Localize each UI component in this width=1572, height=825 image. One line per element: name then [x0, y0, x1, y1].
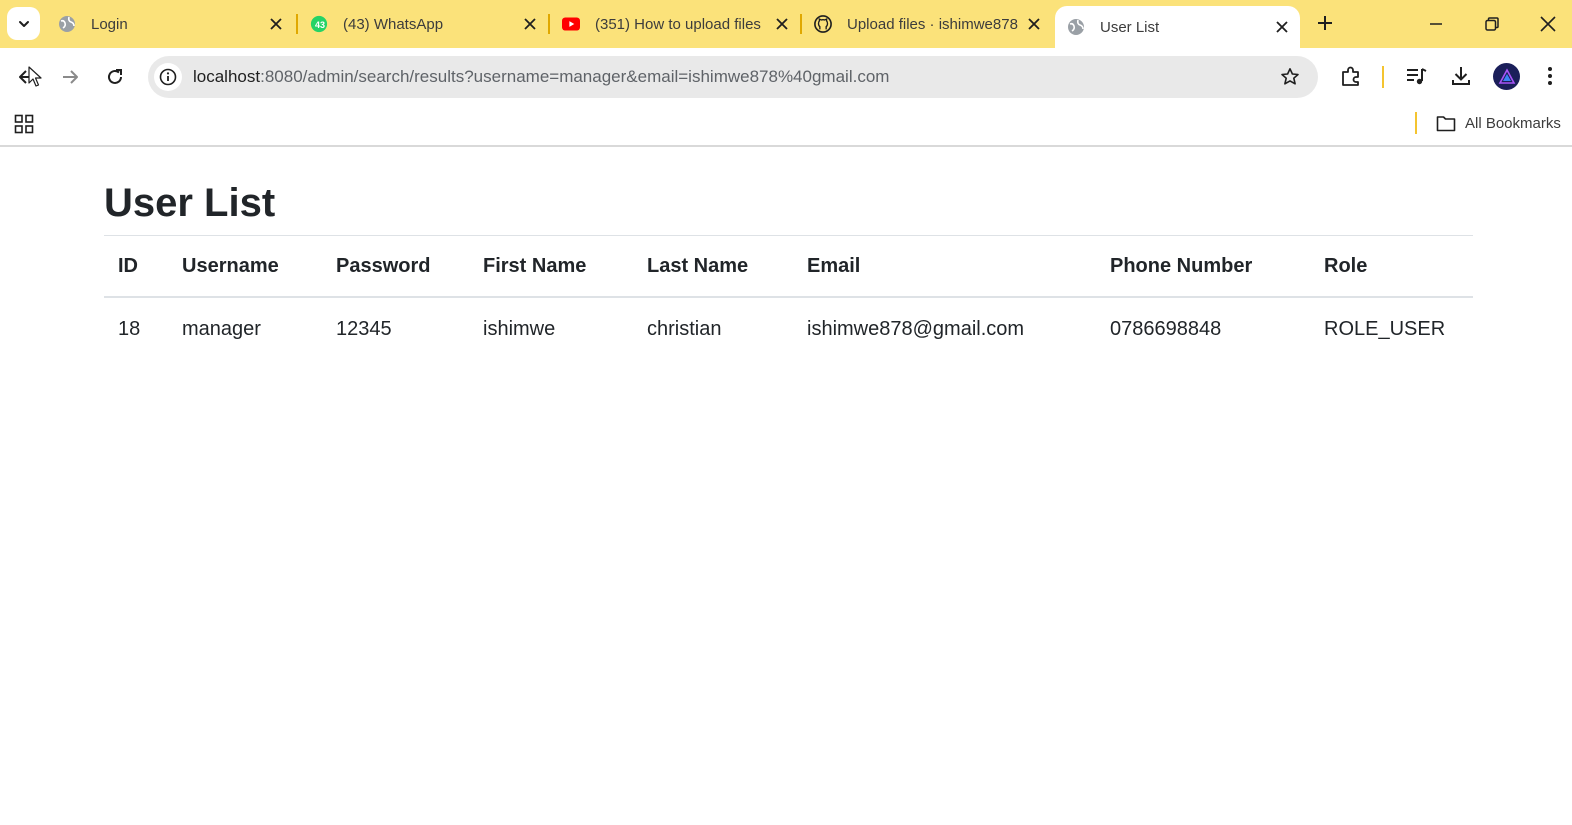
user-table: ID Username Password First Name Last Nam…: [104, 236, 1473, 360]
chevron-down-icon: [17, 17, 31, 31]
reload-icon: [106, 68, 124, 86]
tab-title: (43) WhatsApp: [343, 15, 444, 33]
close-window-button[interactable]: [1534, 10, 1562, 38]
column-header-password: Password: [322, 236, 469, 298]
tab-user-list[interactable]: User List: [1055, 6, 1300, 48]
notification-count: 43: [314, 20, 325, 30]
globe-icon: [58, 15, 76, 33]
address-bar[interactable]: localhost:8080/admin/search/results?user…: [148, 56, 1318, 98]
url-path: :8080/admin/search/results?username=mana…: [260, 67, 890, 86]
close-icon[interactable]: [1024, 14, 1044, 34]
all-bookmarks-button[interactable]: All Bookmarks: [1436, 111, 1561, 135]
restore-icon: [1485, 17, 1499, 31]
media-controls-button[interactable]: [1402, 62, 1430, 90]
bookmark-star-button[interactable]: [1278, 65, 1302, 89]
new-tab-button[interactable]: [1314, 12, 1336, 34]
cell-email: ishimwe878@gmail.com: [807, 317, 1025, 340]
reload-button[interactable]: [100, 62, 130, 92]
tab-title: User List: [1100, 18, 1160, 36]
apps-button[interactable]: [12, 112, 36, 136]
tab-strip: Login 43 (43) WhatsApp (351) How to uplo…: [0, 0, 1572, 48]
cell-first-name: ishimwe: [483, 317, 556, 340]
browser-toolbar: localhost:8080/admin/search/results?user…: [0, 48, 1572, 106]
star-icon: [1280, 67, 1300, 87]
column-header-email: Email: [793, 236, 1096, 298]
cell-last-name: christian: [647, 317, 722, 340]
youtube-icon: [562, 15, 580, 33]
column-header-role: Role: [1310, 236, 1473, 298]
profile-avatar[interactable]: [1493, 63, 1520, 90]
globe-icon: [1067, 18, 1085, 36]
page-title: User List: [104, 170, 1473, 236]
close-icon[interactable]: [520, 14, 540, 34]
github-icon: [814, 15, 832, 33]
info-icon: [159, 68, 177, 86]
whatsapp-icon: 43: [310, 15, 328, 33]
tab-whatsapp[interactable]: 43 (43) WhatsApp: [298, 6, 548, 42]
cell-id: 18: [118, 317, 141, 340]
column-header-id: ID: [104, 236, 168, 298]
close-icon[interactable]: [1272, 17, 1292, 37]
tab-search-button[interactable]: [7, 7, 40, 40]
downloads-button[interactable]: [1447, 62, 1475, 90]
column-header-phone-number: Phone Number: [1096, 236, 1310, 298]
folder-icon: [1436, 115, 1456, 132]
puzzle-icon: [1340, 65, 1362, 87]
close-icon[interactable]: [266, 14, 286, 34]
plus-icon: [1317, 15, 1333, 31]
close-icon[interactable]: [772, 14, 792, 34]
tab-title: Login: [91, 15, 128, 33]
tab-login[interactable]: Login: [46, 6, 294, 42]
cell-username: manager: [182, 317, 261, 340]
all-bookmarks-label: All Bookmarks: [1465, 114, 1561, 132]
toolbar-divider: [1382, 66, 1384, 88]
apps-grid-icon: [14, 114, 34, 134]
tab-github[interactable]: Upload files · ishimwe878: [802, 6, 1052, 42]
cell-role: ROLE_USER: [1324, 317, 1446, 340]
minimize-button[interactable]: [1422, 10, 1450, 38]
bookmarks-divider: [1415, 112, 1417, 134]
arrow-right-icon: [61, 68, 79, 86]
mouse-cursor-icon: [28, 66, 42, 88]
forward-button[interactable]: [55, 62, 85, 92]
download-icon: [1450, 65, 1472, 87]
more-vert-icon: [1547, 66, 1553, 86]
url-text: localhost:8080/admin/search/results?user…: [193, 67, 889, 87]
cell-phone-number: 0786698848: [1110, 317, 1222, 340]
table-row: 18 manager 12345 ishimwe christian ishim…: [104, 297, 1473, 360]
site-info-button[interactable]: [154, 63, 182, 91]
restore-button[interactable]: [1478, 10, 1506, 38]
close-icon: [1540, 16, 1556, 32]
column-header-first-name: First Name: [469, 236, 633, 298]
column-header-last-name: Last Name: [633, 236, 793, 298]
tab-title: Upload files · ishimwe878: [847, 15, 1018, 33]
minimize-icon: [1429, 17, 1443, 31]
table-header-row: ID Username Password First Name Last Nam…: [104, 236, 1473, 298]
tab-title: (351) How to upload files: [595, 15, 761, 33]
bookmarks-bar: All Bookmarks: [0, 106, 1572, 147]
extensions-button[interactable]: [1337, 62, 1365, 90]
playlist-music-icon: [1405, 65, 1427, 87]
menu-button[interactable]: [1536, 62, 1564, 90]
tab-youtube[interactable]: (351) How to upload files: [550, 6, 800, 42]
cell-password: 12345: [336, 317, 392, 340]
column-header-username: Username: [168, 236, 322, 298]
page-content: User List ID Username Password First Nam…: [104, 170, 1473, 360]
avatar-icon: [1498, 67, 1516, 86]
url-host: localhost: [193, 67, 261, 86]
